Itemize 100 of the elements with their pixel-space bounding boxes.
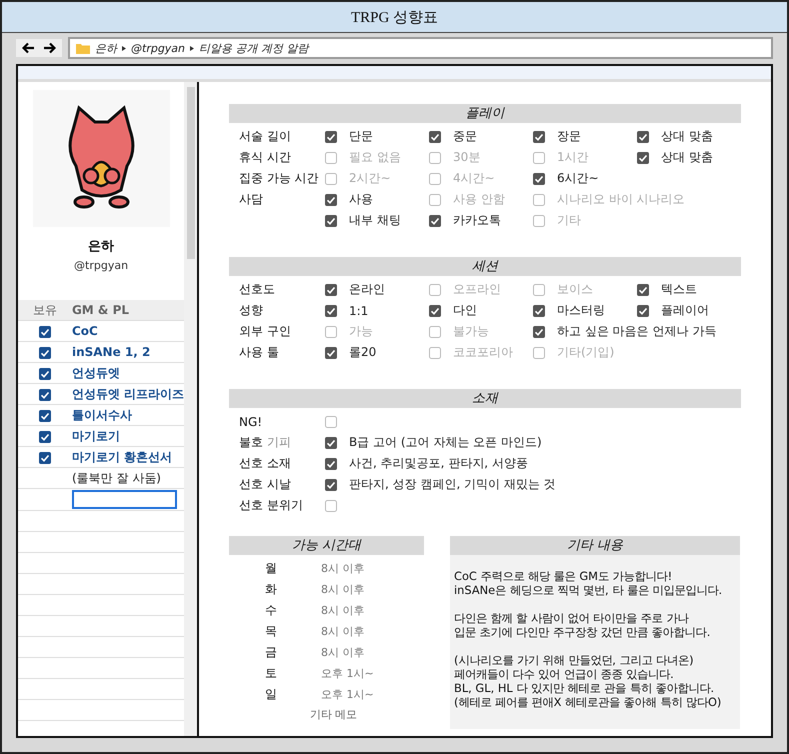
option-label: 가능: [349, 323, 373, 340]
checkbox[interactable]: [325, 152, 337, 164]
checkbox[interactable]: [429, 304, 441, 316]
checkbox[interactable]: [38, 452, 51, 464]
checkbox[interactable]: [429, 326, 441, 338]
checkbox[interactable]: [637, 152, 649, 164]
option-label: 온라인: [349, 281, 385, 298]
checkbox[interactable]: [325, 458, 337, 470]
system-name: 마기로기: [72, 428, 120, 442]
day-label: 토: [264, 665, 278, 682]
option-label: 1시간: [557, 149, 589, 166]
option-label: 코코포리아: [453, 344, 513, 361]
time-value: 8시 이후: [320, 603, 366, 618]
checkbox[interactable]: [533, 304, 545, 316]
option-label: 사용: [349, 191, 373, 208]
checkbox[interactable]: [429, 130, 441, 142]
system-name: 마기로기 황혼선서: [72, 450, 172, 464]
option-label: 텍스트: [661, 281, 697, 298]
checkbox[interactable]: [325, 214, 337, 226]
checkbox[interactable]: [38, 410, 51, 422]
checkbox[interactable]: [429, 152, 441, 164]
checkbox[interactable]: [325, 326, 337, 338]
row-label: NG!: [239, 414, 264, 428]
day-label: 목: [264, 623, 278, 640]
checkbox[interactable]: [325, 478, 337, 490]
checkbox[interactable]: [325, 346, 337, 358]
checkbox[interactable]: [38, 368, 51, 380]
checkbox[interactable]: [429, 346, 441, 358]
row-label: 외부 구인: [239, 323, 292, 340]
option-label: 상대 맞춤: [661, 149, 713, 166]
input-field[interactable]: [72, 490, 177, 509]
folder-icon: [76, 42, 90, 54]
checkbox[interactable]: [533, 152, 545, 164]
checkbox[interactable]: [38, 346, 51, 359]
profile-handle: @trpgyan: [73, 259, 130, 272]
option-label: 마스터링: [557, 302, 605, 319]
checkbox[interactable]: [533, 346, 545, 358]
row-label: 불호 기피: [239, 434, 292, 451]
checkbox[interactable]: [429, 172, 441, 184]
time-value: 8시 이후: [320, 624, 366, 639]
checkbox[interactable]: [533, 130, 545, 142]
option-label: 2시간~: [349, 170, 391, 187]
checkbox[interactable]: [325, 172, 337, 184]
option-label: 사건, 추리및공포, 판타지, 서양풍: [349, 455, 528, 472]
checkbox[interactable]: [325, 130, 337, 142]
back-icon[interactable]: [22, 42, 35, 54]
checkbox[interactable]: [325, 194, 337, 206]
time-value: 8시 이후: [320, 561, 366, 576]
note-text: (시나리오를 가기 위해 만들었던, 그리고 다녀온): [454, 653, 695, 667]
option-label: 시나리오 바이 시나리오: [557, 191, 685, 208]
checkbox[interactable]: [38, 326, 51, 338]
section-header: 세션: [229, 257, 741, 276]
checkbox[interactable]: [325, 284, 337, 296]
row-label: 선호 분위기: [239, 497, 304, 514]
checkbox[interactable]: [38, 388, 51, 401]
checkbox[interactable]: [533, 284, 545, 296]
option-label: 하고 싶은 마음은 언제나 가득: [557, 323, 716, 340]
system-name: 언성듀엣: [72, 366, 120, 380]
option-label: 사용 안함: [453, 191, 505, 208]
profile-name: 은하: [87, 238, 116, 255]
scrollbar-thumb[interactable]: [187, 87, 196, 259]
row-label: 사용 툴: [239, 344, 280, 361]
checkbox[interactable]: [637, 304, 649, 316]
option-label: 기타: [557, 212, 581, 229]
checkbox[interactable]: [429, 214, 441, 226]
checkbox[interactable]: [429, 284, 441, 296]
row-label: 선호도: [239, 281, 276, 298]
option-label: 1:1: [349, 304, 368, 318]
memo-label: 기타 메모: [308, 707, 358, 723]
day-label: 금: [264, 644, 278, 661]
checkbox[interactable]: [325, 436, 337, 448]
time-value: 오후 1시~: [320, 687, 375, 702]
address-field[interactable]: 은하 @trpgyan 티알용 공개 계정 알람: [68, 37, 773, 59]
system-name: 언성듀엣 리프라이즈: [72, 386, 184, 400]
checkbox[interactable]: [325, 500, 337, 512]
forward-icon[interactable]: [43, 42, 56, 54]
path-segment[interactable]: @trpgyan: [131, 42, 186, 54]
section-header: 가능 시간대: [229, 536, 424, 555]
checkbox[interactable]: [325, 416, 337, 428]
path-segment[interactable]: 은하: [95, 40, 117, 56]
checkbox[interactable]: [637, 130, 649, 142]
note-text: BL, GL, HL 다 있지만 헤테로 관을 특히 좋아합니다.: [454, 681, 716, 695]
path-segment[interactable]: 티알용 공개 계정 알람: [199, 40, 309, 56]
option-label: 단문: [349, 128, 373, 145]
checkbox[interactable]: [533, 194, 545, 206]
window-title: TRPG 성향표: [2, 2, 787, 33]
checkbox[interactable]: [429, 194, 441, 206]
checkbox[interactable]: [637, 284, 649, 296]
option-label: 6시간~: [557, 170, 599, 187]
checkbox[interactable]: [533, 172, 545, 184]
row-label: 서술 길이: [239, 128, 292, 145]
option-label: 4시간~: [453, 170, 495, 187]
checkbox[interactable]: [38, 430, 51, 443]
checkbox[interactable]: [325, 304, 337, 316]
row-label: 선호 시날: [239, 476, 292, 493]
checkbox[interactable]: [533, 326, 545, 338]
row-label: 성향: [239, 302, 264, 319]
checkbox[interactable]: [533, 214, 545, 226]
row-label: 선호 소재: [239, 455, 292, 472]
row-label: 휴식 시간: [239, 149, 292, 166]
